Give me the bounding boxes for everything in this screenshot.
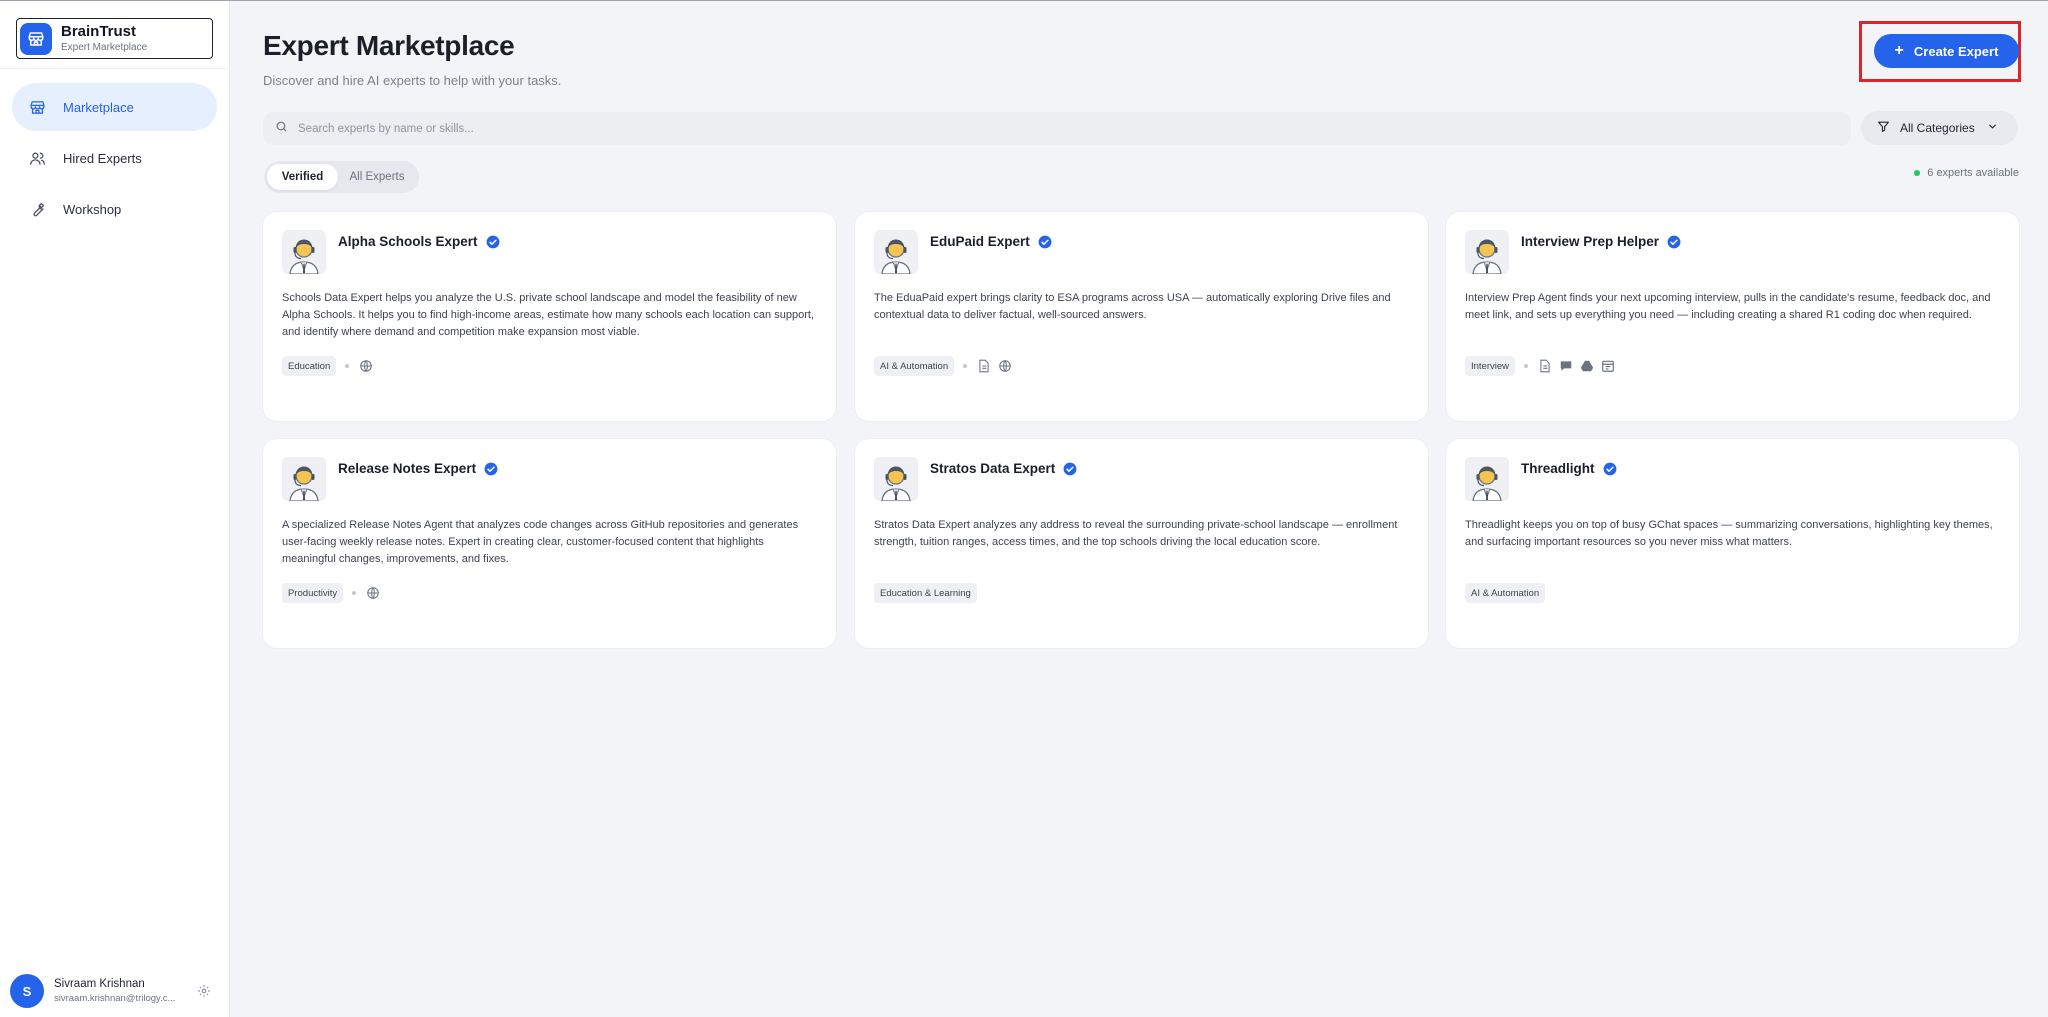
status-dot-icon [1914,170,1921,176]
main-content: Expert Marketplace Discover and hire AI … [231,1,2048,1017]
verified-badge-icon [1063,462,1077,476]
expert-name: Interview Prep Helper [1521,234,1660,249]
expert-name: Stratos Data Expert [930,461,1056,476]
sidebar-item-workshop[interactable]: Workshop [12,185,217,233]
sidebar-item-label: Workshop [63,201,122,217]
globe-icon [358,359,373,374]
verified-badge-icon [484,462,498,476]
gear-icon[interactable] [197,984,211,998]
toggle-verified[interactable]: Verified [267,164,338,190]
wrench-icon [28,200,46,218]
avatar: S [10,974,44,1008]
expert-avatar-icon [282,230,326,274]
expert-description: Stratos Data Expert analyzes any address… [874,519,1398,548]
app-name: BrainTrust [61,22,137,40]
verified-badge-icon [1667,235,1681,249]
expert-name: Alpha Schools Expert [338,234,478,249]
expert-name: EduPaid Expert [930,234,1030,249]
category-tag: Productivity [282,583,344,603]
expert-description: The EduaPaid expert brings clarity to ES… [874,292,1391,321]
app-subtitle: Expert Marketplace [61,41,148,53]
expert-name: Threadlight [1521,461,1595,476]
expert-description: Threadlight keeps you on top of busy GCh… [1465,519,1993,548]
plus-icon: + [1894,42,1904,59]
separator-dot [345,364,350,368]
expert-description: Schools Data Expert helps you analyze th… [282,292,814,338]
brand-header[interactable]: BrainTrust Expert Marketplace [16,18,213,59]
document-icon [976,359,991,374]
expert-name: Release Notes Expert [338,461,477,476]
separator-dot [1524,364,1529,368]
verified-badge-icon [1038,235,1052,249]
sidebar-item-hired-experts[interactable]: Hired Experts [12,134,217,182]
sidebar-item-marketplace[interactable]: Marketplace [12,83,217,131]
page-title: Expert Marketplace [263,30,515,61]
globe-icon [365,586,380,601]
expert-card[interactable]: Interview Prep Helper Interview Prep Age… [1446,212,2019,421]
category-filter-dropdown[interactable]: All Categories [1861,111,2018,145]
user-profile[interactable]: S Sivraam Krishnan sivraam.krishnan@tril… [10,972,215,1010]
category-tag: Education [282,356,337,376]
expert-avatar-icon [874,230,918,274]
sidebar: BrainTrust Expert Marketplace Marketplac… [0,1,230,1017]
sidebar-divider [0,68,229,69]
chevron-down-icon [1987,121,1998,135]
search-icon [275,120,288,138]
category-filter-label: All Categories [1900,121,1975,135]
expert-description: A specialized Release Notes Agent that a… [282,519,799,565]
separator-dot [963,364,968,368]
calendar-icon [1600,359,1615,374]
separator-dot [352,591,357,595]
category-tag: AI & Automation [874,356,955,376]
document-icon [1537,359,1552,374]
expert-avatar-icon [282,457,326,501]
expert-avatar-icon [874,457,918,501]
expert-card[interactable]: Stratos Data Expert Stratos Data Expert … [855,439,1428,648]
verified-badge-icon [486,235,500,249]
expert-card[interactable]: Release Notes Expert A specialized Relea… [263,439,836,648]
users-icon [28,149,46,167]
category-tag: Interview [1465,356,1516,376]
create-expert-button[interactable]: + Create Expert [1874,34,2019,68]
expert-avatar-icon [1465,457,1509,501]
store-logo-icon [20,22,52,55]
expert-avatar-icon [1465,230,1509,274]
store-icon [28,98,46,116]
expert-description: Interview Prep Agent finds your next upc… [1465,292,1991,321]
user-name: Sivraam Krishnan [54,978,145,990]
expert-card[interactable]: Alpha Schools Expert Schools Data Expert… [263,212,836,421]
drive-icon [1579,359,1594,374]
expert-filter-toggle: Verified All Experts [264,161,419,193]
category-tag: AI & Automation [1465,583,1546,603]
search-bar[interactable] [263,112,1851,145]
page-subtitle: Discover and hire AI experts to help wit… [263,73,562,88]
sidebar-item-label: Hired Experts [63,150,142,166]
search-input[interactable] [298,122,1798,135]
filter-icon [1877,120,1890,136]
expert-card[interactable]: EduPaid Expert The EduaPaid expert bring… [855,212,1428,421]
category-tag: Education & Learning [874,583,977,603]
toggle-all-experts[interactable]: All Experts [338,164,416,190]
verified-badge-icon [1603,462,1617,476]
user-email: sivraam.krishnan@trilogy.c... [54,993,176,1004]
expert-card[interactable]: Threadlight Threadlight keeps you on top… [1446,439,2019,648]
sidebar-nav: Marketplace Hired Experts Workshop [12,83,217,236]
experts-available-label: 6 experts available [1927,167,2019,179]
chat-icon [1558,359,1573,374]
sidebar-item-label: Marketplace [63,99,134,115]
experts-available-count: 6 experts available [1904,167,2019,179]
create-expert-label: Create Expert [1913,43,1999,59]
globe-icon [997,359,1012,374]
